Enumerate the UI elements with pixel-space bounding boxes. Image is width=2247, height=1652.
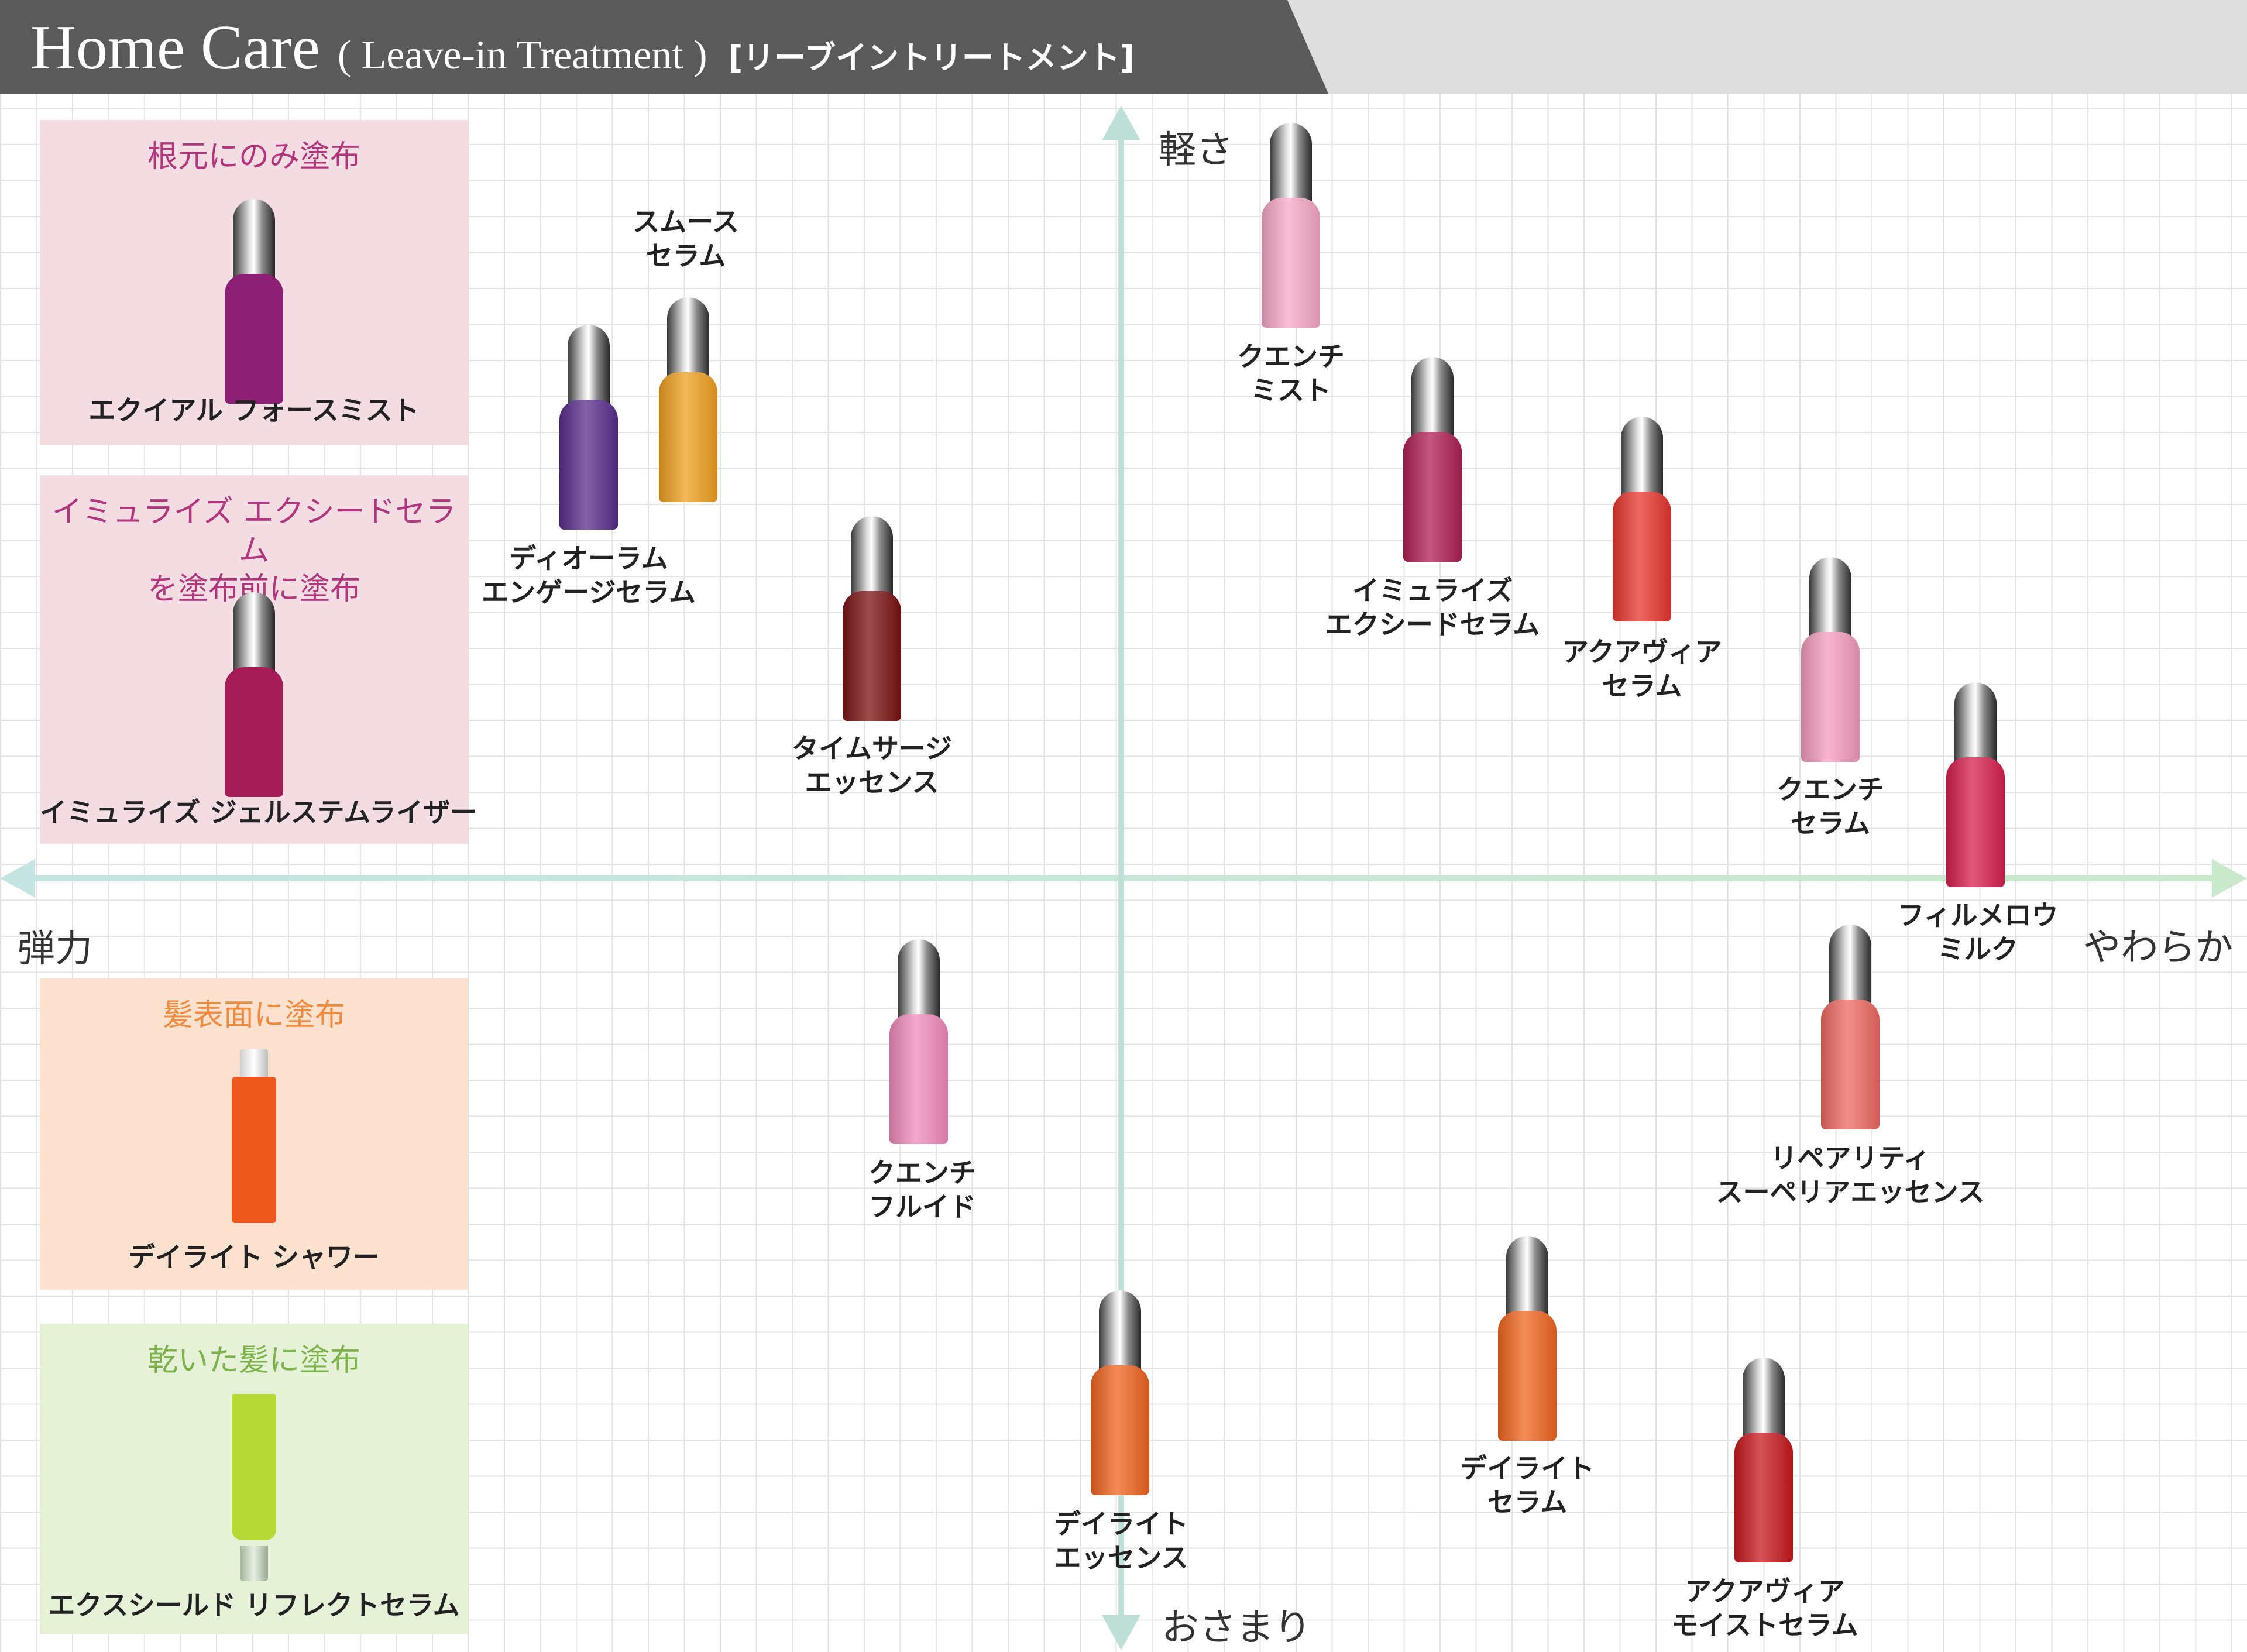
panel-heading: 髪表面に塗布 [162,998,345,1033]
title-subtitle-jp: [リーブイントリートメント] [728,39,1135,76]
panel-product-name: エクスシールド リフレクトセラム [48,1589,460,1621]
product-tube [227,1394,281,1587]
product-bottle [657,297,720,502]
bottle-body [1734,1433,1793,1562]
bottle-body [1498,1311,1557,1441]
panel-heading: 根元にのみ塗布 [147,139,360,174]
bottle-body [225,667,283,797]
product-bottle [1799,557,1862,762]
product-name: スムース セラム [633,206,739,272]
bottle-body [232,1077,276,1223]
bottle-body [1091,1365,1149,1495]
bottle-body [1821,1000,1880,1129]
arrow-down-icon [1102,1615,1140,1650]
product-name: クエンチ フルイド [868,1157,976,1222]
bottle-body [1801,632,1860,762]
title-subtitle: ( Leave-in Treatment ) [337,33,707,78]
product-name: アクアヴィア セラム [1562,636,1722,702]
panel-product-name: イミュライズ ジェルステムライザー [40,796,477,828]
bottle-body [889,1014,948,1144]
panel-heading: 乾いた髪に塗布 [147,1343,360,1378]
product-name: イミュライズ エクシードセラム [1325,575,1540,640]
product-name: タイムサージ エッセンス [791,733,953,798]
panel-heading: イミュライズ エクシードセラム を塗布前に塗布 [51,494,456,607]
page-title: Home Care ( Leave-in Treatment ) [リーブイント… [30,12,1135,83]
product-bottle [1610,417,1674,621]
bottle-body [843,591,901,721]
panel-surface: 髪表面に塗布 デイライト シャワー [40,978,468,1290]
panel-dry-hair: 乾いた髪に塗布 エクスシールド リフレクトセラム [40,1324,468,1634]
product-tube [227,1049,281,1224]
product-bottle [1819,925,1882,1129]
product-bottle [1496,1236,1559,1441]
bottle-body [1946,757,2005,887]
product-bottle [840,516,903,721]
product-bottle [1259,123,1322,328]
product-bottle [557,325,620,530]
panel-root-only: 根元にのみ塗布 エクイアル フォースミスト [40,120,468,445]
product-bottle [1732,1358,1795,1562]
product-name: ディオーラム エンゲージセラム [482,542,696,608]
product-bottle [1088,1290,1152,1495]
bottle-body [232,1394,276,1540]
product-bottle [1401,357,1464,562]
product-bottle [222,199,286,404]
product-bottle [1944,682,2007,887]
title-main: Home Care [30,13,320,83]
bottle-body [659,372,717,502]
product-bottle [887,939,950,1144]
axis-label-bottom: おさまり [1162,1606,1311,1650]
arrow-right-icon [2212,859,2247,898]
bottle-body [559,400,618,530]
axis-label-left: 弾力 [18,928,92,971]
panel-product-name: デイライト シャワー [128,1241,380,1273]
axis-label-top: 軽さ [1159,129,1234,172]
product-name: アクアヴィア モイストセラム [1671,1575,1858,1641]
product-bottle [222,592,286,797]
product-name: デイライト エッセンス [1054,1508,1188,1574]
panel-product-name: エクイアル フォースミスト [88,394,420,426]
arrow-up-icon [1102,105,1140,140]
bottle-body [1613,492,1671,621]
product-name: デイライト セラム [1460,1452,1595,1518]
product-name: クエンチ ミスト [1237,341,1345,406]
bottle-body [1262,198,1320,328]
panel-before-serum: イミュライズ エクシードセラム を塗布前に塗布 イミュライズ ジェルステムライザ… [40,475,477,844]
product-name: リペアリティ スーペリアエッセンス [1716,1142,1985,1208]
product-name: クエンチ セラム [1777,774,1884,839]
bottle-body [225,274,283,404]
bottle-body [1403,432,1462,562]
arrow-left-icon [0,859,35,898]
